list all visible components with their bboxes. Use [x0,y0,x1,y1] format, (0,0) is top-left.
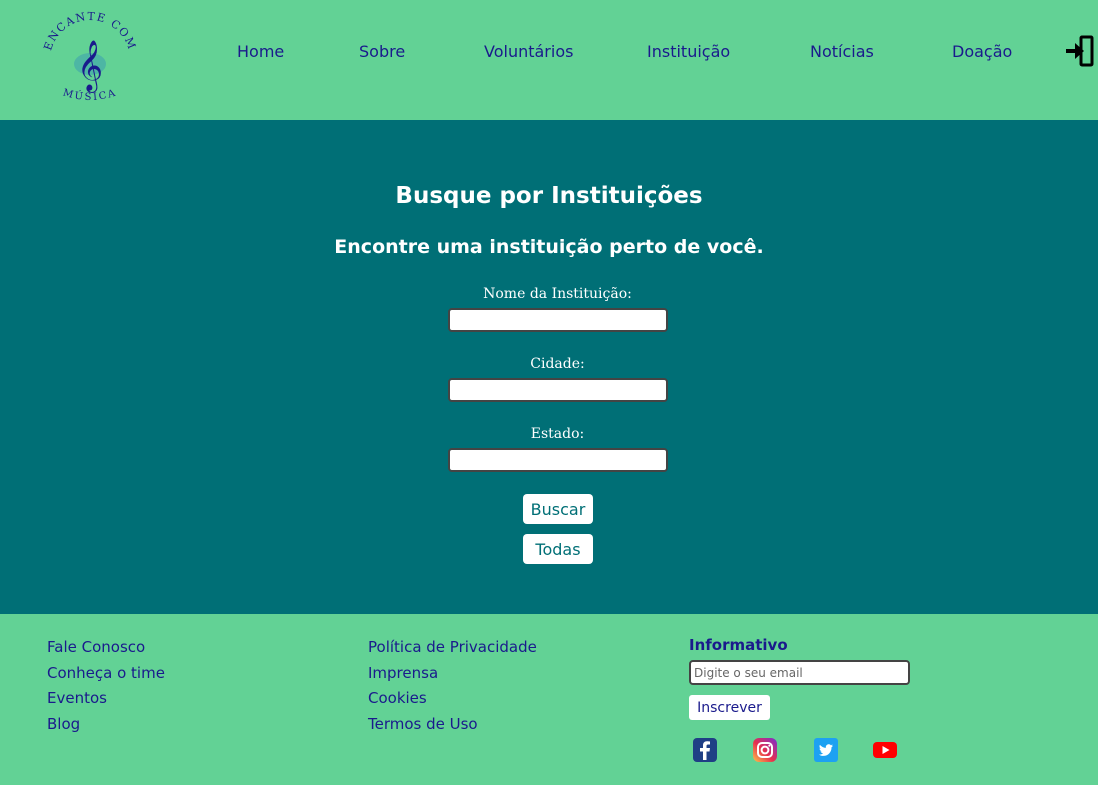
state-label: Estado: [530,426,585,442]
nav-home[interactable]: Home [237,42,284,61]
footer-link-blog[interactable]: Blog [47,715,80,733]
institution-name-input[interactable] [448,308,668,332]
facebook-icon[interactable] [692,737,718,763]
newsletter-title: Informativo [689,636,788,654]
footer-link-events[interactable]: Eventos [47,689,107,707]
subscribe-button[interactable]: Inscrever [689,695,770,720]
footer-link-privacy[interactable]: Política de Privacidade [368,638,537,656]
nav-noticias[interactable]: Notícias [810,42,874,61]
page-title: Busque por Instituições [395,183,703,209]
newsletter-email-input[interactable] [689,660,910,685]
page-subtitle: Encontre uma instituição perto de você. [334,236,764,258]
footer-link-team[interactable]: Conheça o time [47,664,165,682]
city-input[interactable] [448,378,668,402]
search-button[interactable]: Buscar [523,494,593,524]
nav-sobre[interactable]: Sobre [359,42,405,61]
instagram-icon[interactable] [752,737,778,763]
all-button[interactable]: Todas [523,534,593,564]
city-label: Cidade: [530,356,585,372]
twitter-icon[interactable] [813,737,839,763]
sign-in-icon[interactable] [1064,35,1094,67]
nav-voluntarios[interactable]: Voluntários [484,42,573,61]
logo[interactable]: ENCANTE COM MÚSICA 𝄞 [38,8,142,112]
site-header: ENCANTE COM MÚSICA 𝄞 Home Sobre Voluntár… [0,0,1098,120]
footer-link-terms[interactable]: Termos de Uso [368,715,478,733]
nav-doacao[interactable]: Doação [952,42,1012,61]
footer-link-contact[interactable]: Fale Conosco [47,638,145,656]
search-section: Busque por Instituições Encontre uma ins… [0,120,1098,614]
site-footer: Fale Conosco Conheça o time Eventos Blog… [0,614,1098,785]
youtube-icon[interactable] [872,737,898,763]
nav-instituicao[interactable]: Instituição [647,42,730,61]
institution-name-label: Nome da Instituição: [483,286,632,302]
treble-clef-icon: 𝄞 [77,40,103,93]
state-input[interactable] [448,448,668,472]
footer-link-press[interactable]: Imprensa [368,664,438,682]
footer-link-cookies[interactable]: Cookies [368,689,427,707]
